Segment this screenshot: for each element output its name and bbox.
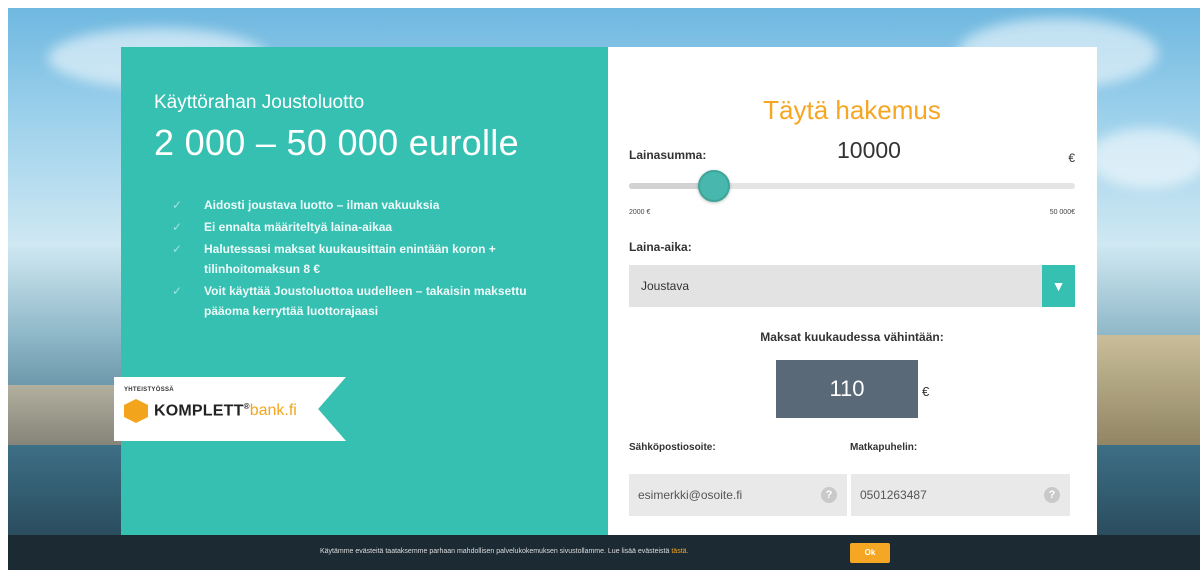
hero-subtitle: Käyttörahan Joustoluotto	[154, 92, 365, 113]
komplett-mark-icon	[124, 399, 148, 423]
loan-term-select[interactable]: Joustava ▼	[629, 265, 1075, 307]
loan-amount-value[interactable]: 10000	[819, 137, 919, 164]
email-placeholder: esimerkki@osoite.fi	[638, 488, 743, 502]
phone-placeholder: 0501263487	[860, 488, 927, 502]
feature-item: ✓ Aidosti joustava luotto – ilman vakuuk…	[172, 195, 574, 215]
komplett-bank-logo: KOMPLETT® bank.fi	[124, 399, 346, 423]
email-field[interactable]: esimerkki@osoite.fi ?	[629, 474, 847, 516]
monthly-payment-label: Maksat kuukaudessa vähintään:	[760, 330, 944, 344]
partner-caption: YHTEISTYÖSSÄ	[124, 387, 174, 393]
form-title: Täytä hakemus	[763, 95, 941, 125]
partner-badge[interactable]: YHTEISTYÖSSÄ KOMPLETT® bank.fi	[114, 377, 346, 441]
loan-amount-label: Lainasumma:	[629, 148, 707, 162]
loan-term-label: Laina-aika:	[629, 240, 692, 254]
loan-amount-row: Lainasumma: 10000 €	[629, 133, 1075, 173]
hero-panel: Käyttörahan Joustoluotto 2 000 – 50 000 …	[114, 47, 608, 547]
help-icon[interactable]: ?	[1044, 487, 1060, 503]
loan-term-value: Joustava	[641, 279, 690, 293]
partner-domain: bank.fi	[249, 402, 297, 419]
hero-headline: 2 000 – 50 000 eurolle	[154, 122, 519, 163]
contact-labels: Sähköpostiosoite: Matkapuhelin:	[629, 442, 1075, 456]
feature-item: ✓ Halutessasi maksat kuukausittain enint…	[172, 239, 574, 279]
cookie-more-link[interactable]: tästä.	[671, 548, 688, 555]
feature-list: ✓ Aidosti joustava luotto – ilman vakuuk…	[154, 195, 574, 321]
check-icon: ✓	[172, 242, 183, 256]
check-icon: ✓	[172, 220, 183, 234]
feature-item: ✓ Voit käyttää Joustoluottoa uudelleen –…	[172, 281, 574, 321]
partner-brand: KOMPLETT®	[154, 401, 250, 420]
cookie-text: Käytämme evästeitä taataksemme parhaan m…	[320, 548, 689, 555]
harbor-buildings-right	[1095, 335, 1200, 445]
email-label: Sähköpostiosoite:	[629, 442, 716, 453]
application-form: Täytä hakemus Lainasumma: 10000 € 2000 €…	[608, 47, 1097, 547]
check-icon: ✓	[172, 284, 183, 298]
phone-label: Matkapuhelin:	[850, 442, 918, 453]
slider-thumb[interactable]	[698, 170, 730, 202]
dropdown-arrow-icon[interactable]: ▼	[1042, 265, 1075, 307]
contact-inputs: esimerkki@osoite.fi ? 0501263487 ?	[629, 474, 1075, 516]
slider-min-label: 2000 €	[629, 209, 651, 216]
loan-amount-currency: €	[1068, 151, 1075, 165]
cookie-bar: Käytämme evästeitä taataksemme parhaan m…	[8, 535, 1200, 570]
slider-range-labels: 2000 € 50 000€	[629, 209, 1075, 216]
slider-max-label: 50 000€	[1049, 209, 1075, 216]
monthly-payment-value: 110	[776, 360, 918, 418]
loan-amount-slider[interactable]	[629, 170, 1075, 202]
help-icon[interactable]: ?	[821, 487, 837, 503]
monthly-payment-row: 110 €	[629, 360, 1075, 418]
check-icon: ✓	[172, 198, 183, 212]
feature-item: ✓ Ei ennalta määriteltyä laina-aikaa	[172, 217, 574, 237]
monthly-payment-currency: €	[922, 384, 930, 399]
cookie-ok-button[interactable]: Ok	[850, 543, 890, 563]
phone-field[interactable]: 0501263487 ?	[851, 474, 1070, 516]
